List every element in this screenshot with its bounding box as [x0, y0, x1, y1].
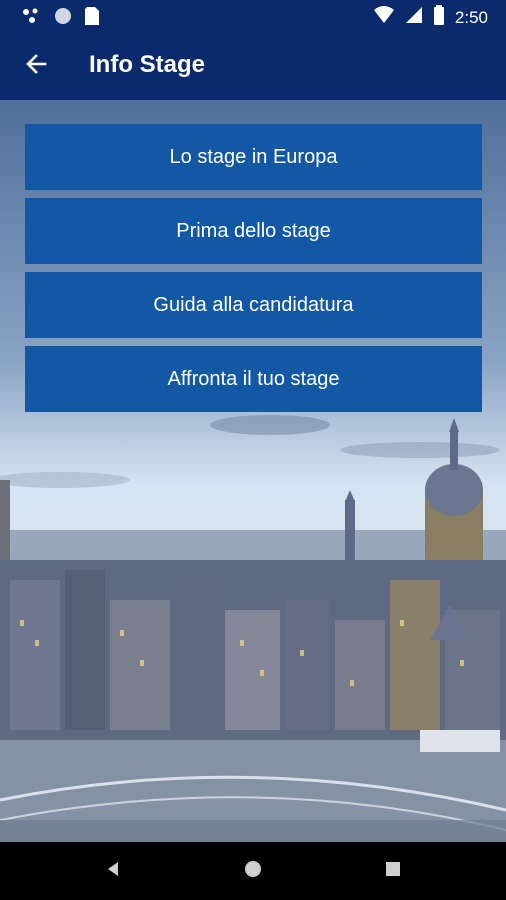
menu-button-affronta-stage[interactable]: Affronta il tuo stage [25, 346, 482, 412]
wifi-icon [373, 6, 395, 29]
page-title: Info Stage [89, 51, 206, 78]
system-nav-bar [0, 842, 506, 900]
battery-icon [433, 5, 445, 30]
status-left-icons [22, 6, 100, 31]
menu-button-guida-candidatura[interactable]: Guida alla candidatura [25, 272, 482, 338]
network-icon [22, 7, 42, 30]
menu-list: Lo stage in Europa Prima dello stage Gui… [25, 124, 482, 412]
nav-back-button[interactable] [100, 858, 126, 884]
home-circle-icon [243, 859, 263, 884]
status-bar: 2:50 [0, 0, 506, 32]
back-button[interactable] [20, 50, 52, 82]
menu-button-stage-europa[interactable]: Lo stage in Europa [25, 124, 482, 190]
status-right-icons: 2:50 [373, 5, 488, 30]
status-time: 2:50 [454, 7, 488, 27]
menu-button-prima-stage[interactable]: Prima dello stage [25, 198, 482, 264]
recents-square-icon [384, 860, 402, 883]
sim-card-icon [84, 6, 100, 31]
nav-recents-button[interactable] [380, 858, 406, 884]
app-bar: Info Stage [0, 32, 506, 100]
arrow-left-icon [25, 53, 47, 80]
signal-icon [405, 6, 423, 29]
back-triangle-icon [104, 860, 122, 883]
content-area: Lo stage in Europa Prima dello stage Gui… [0, 100, 506, 842]
circle-icon [54, 7, 72, 30]
nav-home-button[interactable] [240, 858, 266, 884]
